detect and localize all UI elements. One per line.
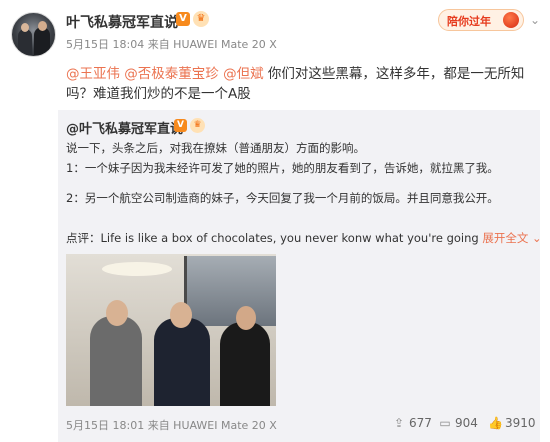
repost-meta: 5月15日 18:01 来自 HUAWEI Mate 20 X [66, 419, 277, 432]
post-body: @王亚伟 @否极泰董宝珍 @但斌 你们对这些黑幕，这样多年，都是一无所知吗？难道… [66, 64, 536, 104]
lantern-icon [503, 12, 519, 28]
mention-link[interactable]: @王亚伟 [66, 66, 120, 82]
repost-line: 2：另一个航空公司制造商的妹子，今天回复了我一个月前的饭局。并且同意我公开。 [66, 191, 499, 205]
repost-line: 1：一个妹子因为我未经许可发了她的照片，她的朋友看到了，告诉她，就拉黑了我。 [66, 161, 499, 175]
repost-comment-text: 点评：Life is like a box of chocolates, you… [66, 231, 479, 245]
post-header: 叶飞私募冠军直说 V ♛ 5月15日 18:04 来自 HUAWEI Mate … [0, 0, 550, 62]
new-year-badge[interactable]: 陪你过年 [438, 9, 524, 31]
reposted-weibo[interactable]: @叶飞私募冠军直说 V ♛ 说一下，头条之后，对我在撩妹（普通朋友）方面的影响。… [58, 110, 542, 442]
repost-author-name[interactable]: @叶飞私募冠军直说 [66, 118, 183, 137]
repost-icon: ⇪ [393, 416, 405, 430]
crown-icon: ♛ [190, 118, 205, 133]
mention-link[interactable]: @否极泰董宝珍 [124, 66, 219, 82]
repost-comment: 点评：Life is like a box of chocolates, you… [66, 230, 542, 246]
post-meta: 5月15日 18:04 来自 HUAWEI Mate 20 X [66, 38, 277, 51]
repost-line: 说一下，头条之后，对我在撩妹（普通朋友）方面的影响。 [66, 141, 365, 155]
chevron-down-icon[interactable]: ⌄ [530, 13, 540, 27]
crown-icon: ♛ [193, 11, 209, 27]
like-button[interactable]: 👍 3910 [488, 416, 536, 430]
post-author-name[interactable]: 叶飞私募冠军直说 [66, 12, 178, 32]
repost-button[interactable]: ⇪ 677 [392, 416, 432, 430]
mention-link[interactable]: @但斌 [223, 66, 264, 82]
verified-badge-icon: V [174, 119, 187, 132]
comment-button[interactable]: ▭ 904 [438, 416, 478, 430]
expand-full-text-link[interactable]: 展开全文 ⌄ [482, 231, 541, 245]
new-year-badge-label: 陪你过年 [447, 15, 491, 28]
verified-badge-icon: V [176, 12, 190, 26]
thumbs-up-icon: 👍 [488, 416, 503, 430]
comment-icon: ▭ [439, 416, 451, 430]
repost-footer: 5月15日 18:01 来自 HUAWEI Mate 20 X ⇪ 677 ▭ 90… [58, 410, 540, 436]
user-avatar[interactable] [11, 12, 56, 57]
repost-photo[interactable] [66, 254, 276, 406]
